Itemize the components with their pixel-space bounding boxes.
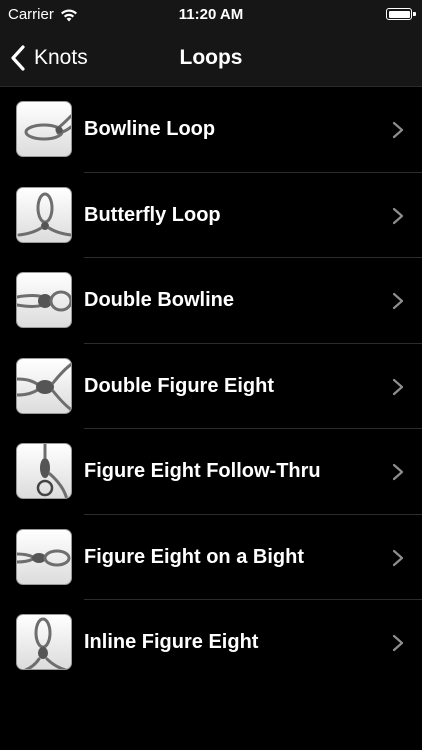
back-button[interactable]: Knots	[8, 30, 88, 86]
chevron-left-icon	[11, 45, 25, 71]
list-item-double-figure-eight[interactable]: Double Figure Eight	[0, 344, 422, 430]
inline-figure-eight-thumbnail	[16, 614, 72, 670]
chevron-right-icon	[392, 549, 404, 566]
chevron-right-icon	[392, 121, 404, 139]
status-time: 11:20 AM	[178, 6, 244, 23]
list-item-double-bowline[interactable]: Double Bowline	[0, 258, 422, 344]
figure-eight-on-a-bight-thumbnail	[16, 528, 72, 585]
bowline-loop-thumbnail	[16, 101, 72, 157]
list-item-label: Figure Eight Follow-Thru	[84, 460, 321, 482]
list-item-figure-eight-on-a-bight[interactable]: Figure Eight on a Bight	[0, 515, 422, 601]
list-item-label: Bowline Loop	[84, 118, 216, 140]
chevron-right-icon	[392, 292, 404, 310]
list-item-label: Double Bowline	[84, 289, 234, 311]
back-button-label: Knots	[34, 46, 88, 69]
status-bar: Carrier 11:20 AM	[0, 0, 422, 30]
butterfly-loop-thumbnail	[16, 186, 72, 243]
loops-list: Bowline Loop Butterfly Loop Double Bowli…	[0, 87, 422, 686]
chevron-right-icon	[392, 463, 404, 481]
double-figure-eight-thumbnail	[16, 357, 72, 414]
battery-fill	[388, 10, 410, 18]
chevron-right-icon	[392, 207, 404, 224]
list-item-label: Double Figure Eight	[84, 374, 274, 397]
list-item-bowline-loop[interactable]: Bowline Loop	[0, 87, 422, 173]
list-item-figure-eight-follow-thru[interactable]: Figure Eight Follow-Thru	[0, 429, 422, 515]
list-item-label: Inline Figure Eight	[84, 631, 259, 653]
battery-icon	[386, 8, 416, 20]
figure-eight-follow-thru-thumbnail	[16, 443, 72, 499]
list-item-butterfly-loop[interactable]: Butterfly Loop	[0, 173, 422, 259]
list-item-inline-figure-eight[interactable]: Inline Figure Eight	[0, 600, 422, 686]
navigation-bar: Loops Knots	[0, 30, 422, 87]
double-bowline-thumbnail	[16, 272, 72, 328]
chevron-right-icon	[392, 634, 404, 652]
list-item-label: Figure Eight on a Bight	[84, 545, 304, 568]
list-item-label: Butterfly Loop	[84, 203, 221, 226]
chevron-right-icon	[392, 378, 404, 395]
